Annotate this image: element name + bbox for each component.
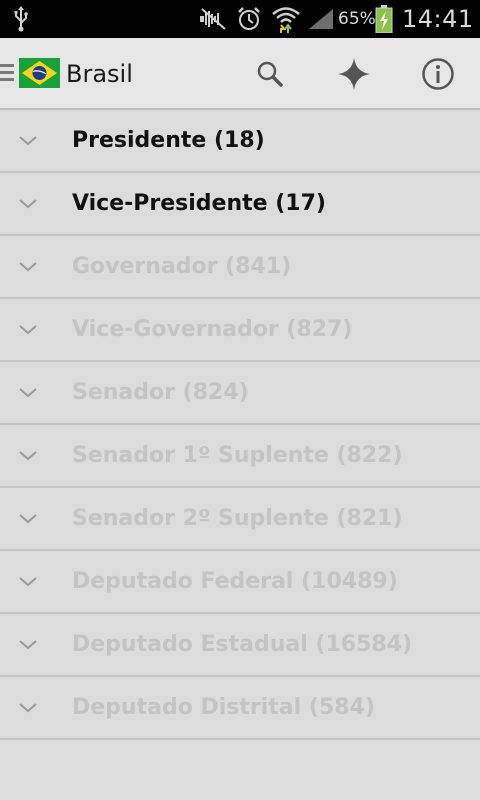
- list-item-label: Deputado Distrital (584): [72, 695, 375, 720]
- chevron-down-icon: [16, 299, 40, 360]
- search-button[interactable]: [240, 38, 300, 110]
- list-item-senador-1-suplente[interactable]: Senador 1º Suplente (822): [0, 425, 480, 488]
- list-item-label: Governador (841): [72, 254, 292, 279]
- chevron-down-icon: [16, 110, 40, 171]
- list-item-label: Vice-Presidente (17): [72, 191, 326, 216]
- clock: 14:41: [402, 5, 474, 33]
- chevron-down-icon: [16, 236, 40, 297]
- action-bar: Brasil: [0, 38, 480, 110]
- mute-icon: [196, 0, 230, 38]
- chevron-down-icon: [16, 173, 40, 234]
- chevron-down-icon: [16, 551, 40, 612]
- favorites-button[interactable]: [324, 38, 384, 110]
- list-item-governador[interactable]: Governador (841): [0, 236, 480, 299]
- list-item-deputado-distrital[interactable]: Deputado Distrital (584): [0, 677, 480, 740]
- list-item-label: Senador 2º Suplente (821): [72, 506, 403, 531]
- usb-icon: [6, 0, 36, 38]
- chevron-down-icon: [16, 677, 40, 738]
- search-icon: [257, 61, 283, 87]
- page-title: Brasil: [66, 60, 133, 88]
- chevron-down-icon: [16, 362, 40, 423]
- list-item-vice-governador[interactable]: Vice-Governador (827): [0, 299, 480, 362]
- info-button[interactable]: [408, 38, 468, 110]
- list-item-senador-2-suplente[interactable]: Senador 2º Suplente (821): [0, 488, 480, 551]
- list-item-deputado-federal[interactable]: Deputado Federal (10489): [0, 551, 480, 614]
- sparkle-icon: [338, 58, 370, 90]
- list-item-vice-presidente[interactable]: Vice-Presidente (17): [0, 173, 480, 236]
- chevron-down-icon: [16, 614, 40, 675]
- battery-charging-icon: [372, 0, 396, 38]
- chevron-down-icon: [16, 425, 40, 486]
- list-item-label: Deputado Estadual (16584): [72, 632, 413, 657]
- info-icon: [422, 58, 454, 90]
- alarm-icon: [234, 0, 264, 38]
- list-item-label: Vice-Governador (827): [72, 317, 353, 342]
- brazil-flag-icon[interactable]: [19, 58, 60, 88]
- list-item-label: Deputado Federal (10489): [72, 569, 398, 594]
- status-bar: 65% 14:41: [0, 0, 480, 38]
- signal-icon: [306, 0, 336, 38]
- battery-percent: 65%: [338, 9, 376, 29]
- chevron-down-icon: [16, 488, 40, 549]
- positions-list: Presidente (18) Vice-Presidente (17) Gov…: [0, 110, 480, 740]
- drawer-indicator-icon[interactable]: [0, 64, 16, 84]
- wifi-icon: [268, 0, 304, 38]
- list-item-senador[interactable]: Senador (824): [0, 362, 480, 425]
- list-item-deputado-estadual[interactable]: Deputado Estadual (16584): [0, 614, 480, 677]
- list-item-label: Senador (824): [72, 380, 249, 405]
- list-item-label: Presidente (18): [72, 128, 265, 153]
- list-item-label: Senador 1º Suplente (822): [72, 443, 403, 468]
- list-item-presidente[interactable]: Presidente (18): [0, 110, 480, 173]
